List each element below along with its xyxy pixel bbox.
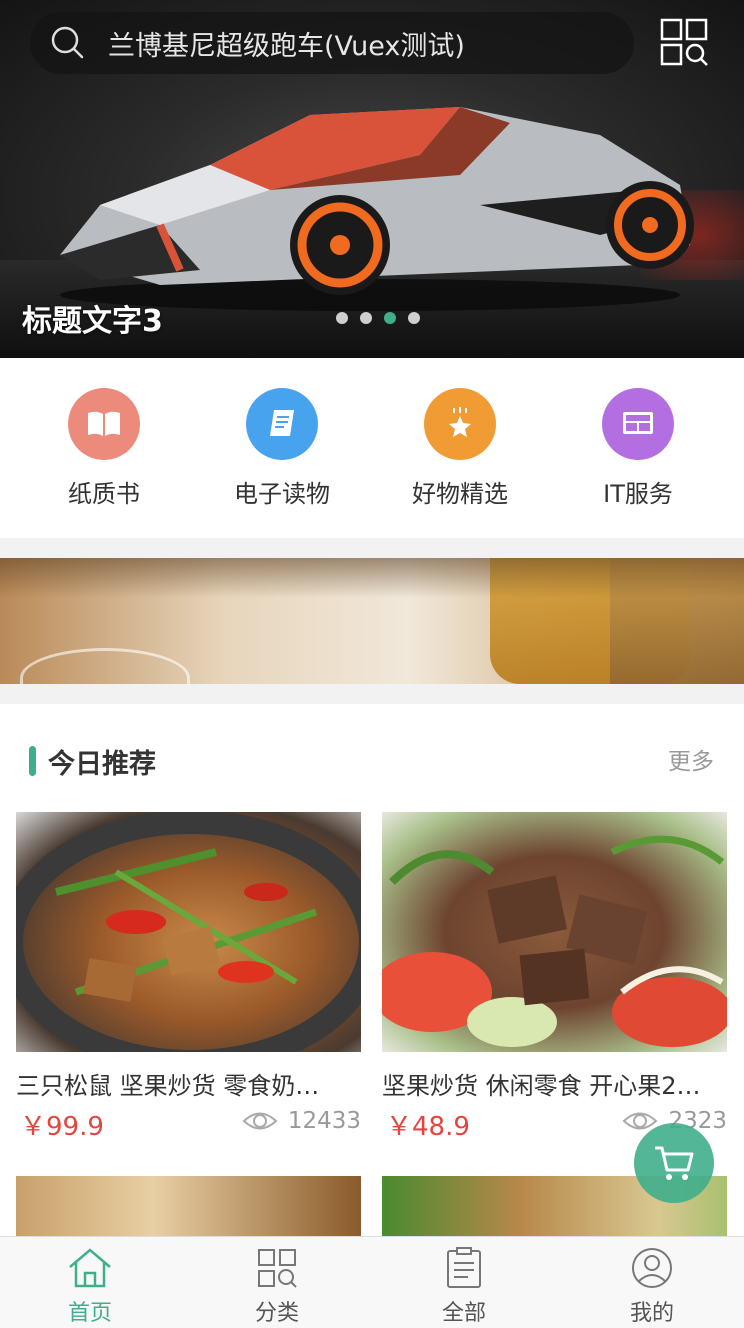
book-icon [88, 411, 120, 436]
scan-icon[interactable] [656, 14, 712, 70]
search-bar[interactable]: 兰博基尼超级跑车(Vuex测试) [30, 12, 634, 74]
tab-label: 全部 [441, 1301, 486, 1326]
cart-button[interactable] [634, 1123, 714, 1203]
tab-home[interactable]: 首页 [30, 1247, 150, 1327]
list-icon [447, 1247, 481, 1288]
glass-image [20, 648, 190, 684]
product-image [382, 812, 727, 1052]
tab-label: 我的 [629, 1301, 674, 1326]
tab-category[interactable]: 分类 [217, 1247, 337, 1327]
carousel-dot[interactable] [408, 312, 420, 324]
dish-illustration [382, 835, 727, 1047]
bottom-tab-bar: 首页 分类 全部 我的 [0, 1236, 744, 1328]
carousel-dot[interactable] [360, 312, 372, 324]
product-price: ￥48.9 [386, 1112, 470, 1142]
more-link[interactable]: 更多 [668, 742, 714, 776]
product-card[interactable]: 三只松鼠 坚果炒货 零食奶… ￥99.9 12433 [16, 812, 361, 1142]
section-accent-bar [29, 746, 36, 776]
category-item-paper-book[interactable]: 纸质书 [29, 388, 179, 509]
product-image [16, 812, 361, 1052]
category-circle [424, 388, 496, 460]
tab-label: 分类 [254, 1301, 299, 1326]
product-name: 三只松鼠 坚果炒货 零食奶… [16, 1072, 320, 1100]
monitor-icon [623, 412, 653, 434]
star-gift-icon [449, 407, 471, 437]
view-count-value: 12433 [287, 1108, 361, 1134]
eye-icon [242, 1112, 278, 1130]
category-circle [246, 388, 318, 460]
user-icon [632, 1248, 672, 1288]
carousel-banner[interactable]: 标题文字3 兰博基尼超级跑车(Vuex测试) [0, 0, 744, 358]
section-header: 今日推荐 更多 [0, 704, 744, 804]
category-circle [602, 388, 674, 460]
ebook-icon [270, 410, 294, 436]
category-item-ebook[interactable]: 电子读物 [207, 388, 357, 509]
recommend-section: 今日推荐 更多 三只松鼠 坚果炒货 零食奶… ￥99.9 12433 坚果炒货 … [0, 704, 744, 1246]
tab-all[interactable]: 全部 [404, 1247, 524, 1327]
category-label: 好物精选 [412, 480, 508, 508]
dish-illustration [16, 812, 361, 1052]
tab-label: 首页 [67, 1301, 112, 1326]
section-title: 今日推荐 [48, 749, 156, 780]
tab-profile[interactable]: 我的 [592, 1247, 712, 1327]
category-item-goods[interactable]: 好物精选 [385, 388, 535, 509]
search-icon [51, 26, 84, 59]
home-icon [69, 1248, 111, 1288]
carousel-dot-active[interactable] [384, 312, 396, 324]
view-count: 12433 [242, 1108, 361, 1134]
category-label: 纸质书 [68, 480, 140, 508]
category-item-it-service[interactable]: IT服务 [563, 388, 713, 509]
car-image [60, 107, 694, 311]
category-nav: 纸质书 电子读物 好物精选 IT服务 [0, 358, 744, 538]
category-label: 电子读物 [234, 480, 330, 508]
carousel-indicators [336, 312, 420, 324]
promo-banner[interactable] [0, 558, 744, 684]
product-name: 坚果炒货 休闲零食 开心果2… [382, 1072, 701, 1100]
banner-title: 标题文字3 [22, 304, 163, 339]
banner-shade [0, 558, 744, 598]
product-price: ￥99.9 [20, 1112, 104, 1142]
category-icon [258, 1249, 297, 1288]
category-circle [68, 388, 140, 460]
carousel-dot[interactable] [336, 312, 348, 324]
search-placeholder: 兰博基尼超级跑车(Vuex测试) [108, 30, 465, 62]
cart-icon [655, 1146, 694, 1180]
category-label: IT服务 [603, 480, 673, 508]
product-card[interactable]: 坚果炒货 休闲零食 开心果2… ￥48.9 2323 [382, 812, 727, 1142]
